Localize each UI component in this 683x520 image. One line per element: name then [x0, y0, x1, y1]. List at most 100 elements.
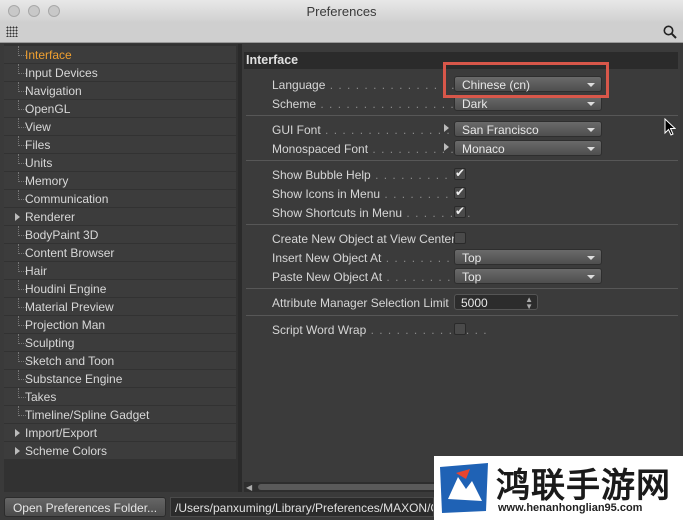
- insert-new-object-label: Insert New Object At . . . . . . . . . .: [272, 251, 469, 265]
- sidebar-item-label: Files: [25, 138, 51, 152]
- show-shortcuts-checkbox[interactable]: ✔: [454, 204, 466, 218]
- sidebar-item-label: Material Preview: [25, 300, 114, 314]
- sidebar-item-substance-engine[interactable]: Substance Engine: [4, 370, 236, 387]
- insert-new-object-dropdown[interactable]: Top: [454, 249, 602, 265]
- sidebar-item-communication[interactable]: Communication: [4, 190, 236, 207]
- script-word-wrap-checkbox[interactable]: [454, 323, 466, 335]
- sidebar-item-label: OpenGL: [25, 102, 71, 116]
- checkmark-icon: ✔: [455, 166, 466, 180]
- sidebar-item-navigation[interactable]: Navigation: [4, 82, 236, 99]
- sidebar-item-label: Renderer: [25, 210, 76, 224]
- scrollbar-thumb[interactable]: [258, 484, 458, 490]
- sidebar-item-label: Substance Engine: [25, 372, 123, 386]
- window-title: Preferences: [306, 4, 377, 19]
- sidebar-item-renderer[interactable]: Renderer: [4, 208, 236, 225]
- sidebar-item-sketch-and-toon[interactable]: Sketch and Toon: [4, 352, 236, 369]
- monospaced-font-label: Monospaced Font . . . . . . . . . .: [272, 142, 455, 156]
- sidebar-item-opengl[interactable]: OpenGL: [4, 100, 236, 117]
- sidebar-item-label: Sketch and Toon: [25, 354, 115, 368]
- grip-icon[interactable]: [6, 26, 18, 37]
- attribute-limit-label: Attribute Manager Selection Limit: [272, 296, 449, 310]
- sidebar-item-hair[interactable]: Hair: [4, 262, 236, 279]
- watermark-logo: [436, 459, 492, 517]
- sidebar-item-label: Hair: [25, 264, 48, 278]
- sidebar-item-sculpting[interactable]: Sculpting: [4, 334, 236, 351]
- show-shortcuts-label: Show Shortcuts in Menu . . . . . . . .: [272, 206, 472, 220]
- preferences-path-field[interactable]: /Users/panxuming/Library/Preferences/MAX…: [170, 497, 434, 517]
- sidebar-item-units[interactable]: Units: [4, 154, 236, 171]
- paste-new-object-label: Paste New Object At . . . . . . . . . .: [272, 270, 469, 284]
- sidebar-item-material-preview[interactable]: Material Preview: [4, 298, 236, 315]
- watermark-name: 鸿联手游网: [496, 467, 671, 505]
- chevron-down-icon: [587, 128, 595, 132]
- chevron-down-icon: [587, 102, 595, 106]
- scheme-label: Scheme . . . . . . . . . . . . . . . . .: [272, 97, 464, 111]
- interface-settings-panel: Interface Language . . . . . . . . . . .…: [242, 44, 680, 482]
- divider: [246, 115, 678, 116]
- sidebar-item-label: Navigation: [25, 84, 82, 98]
- paste-new-object-dropdown[interactable]: Top: [454, 268, 602, 284]
- create-new-object-checkbox[interactable]: [454, 232, 466, 244]
- sidebar-item-files[interactable]: Files: [4, 136, 236, 153]
- watermark: 鸿联手游网 www.henanhonglian95.com: [434, 456, 683, 520]
- expand-arrow-icon[interactable]: [15, 213, 20, 221]
- highlight-box: [443, 62, 609, 98]
- sidebar-item-memory[interactable]: Memory: [4, 172, 236, 189]
- toolbar: [0, 22, 683, 43]
- sidebar-item-label: BodyPaint 3D: [25, 228, 99, 242]
- divider: [246, 315, 678, 316]
- sidebar-item-label: Houdini Engine: [25, 282, 107, 296]
- attribute-limit-input[interactable]: 5000 ▲ ▼: [454, 294, 538, 311]
- sidebar-item-label: Import/Export: [25, 426, 98, 440]
- show-icons-checkbox[interactable]: ✔: [454, 185, 466, 199]
- sidebar-item-timeline-spline[interactable]: Timeline/Spline Gadget: [4, 406, 236, 423]
- sidebar-item-scheme-colors[interactable]: Scheme Colors: [4, 442, 236, 459]
- divider: [246, 224, 678, 225]
- section-title: Interface: [246, 53, 299, 67]
- language-label: Language . . . . . . . . . . . . . . . .: [272, 78, 465, 92]
- sidebar-item-label: Timeline/Spline Gadget: [25, 408, 150, 422]
- sidebar-item-label: Scheme Colors: [25, 444, 108, 458]
- sidebar-item-label: Content Browser: [25, 246, 115, 260]
- gui-font-dropdown[interactable]: San Francisco: [454, 121, 602, 137]
- sidebar-item-projection-man[interactable]: Projection Man: [4, 316, 236, 333]
- sidebar-item-label: Memory: [25, 174, 69, 188]
- sidebar-item-label: Sculpting: [25, 336, 75, 350]
- sidebar-item-label: View: [25, 120, 51, 134]
- show-bubble-help-checkbox[interactable]: ✔: [454, 166, 466, 180]
- sidebar-item-input-devices[interactable]: Input Devices: [4, 64, 236, 81]
- expand-arrow-icon[interactable]: [444, 124, 449, 132]
- stepper-icon[interactable]: ▲ ▼: [525, 296, 533, 311]
- expand-arrow-icon[interactable]: [15, 429, 20, 437]
- sidebar-item-takes[interactable]: Takes: [4, 388, 236, 405]
- sidebar-item-content-browser[interactable]: Content Browser: [4, 244, 236, 261]
- sidebar-item-label: Communication: [25, 192, 109, 206]
- sidebar-item-import-export[interactable]: Import/Export: [4, 424, 236, 441]
- mouse-cursor-icon: [664, 118, 676, 136]
- checkmark-icon: ✔: [455, 204, 466, 218]
- create-new-object-label: Create New Object at View Center: [272, 232, 456, 246]
- sidebar-item-label: Units: [25, 156, 53, 170]
- sidebar-item-view[interactable]: View: [4, 118, 236, 135]
- window-titlebar: Preferences: [0, 0, 683, 23]
- monospaced-font-dropdown[interactable]: Monaco: [454, 140, 602, 156]
- sidebar-item-label: Interface: [25, 48, 72, 62]
- divider: [246, 160, 678, 161]
- show-bubble-help-label: Show Bubble Help . . . . . . . . . . .: [272, 168, 467, 182]
- sidebar-item-houdini-engine[interactable]: Houdini Engine: [4, 280, 236, 297]
- open-preferences-folder-button[interactable]: Open Preferences Folder...: [4, 497, 166, 517]
- sidebar-item-interface[interactable]: Interface: [4, 46, 236, 63]
- divider: [246, 288, 678, 289]
- sidebar-item-bodypaint[interactable]: BodyPaint 3D: [4, 226, 236, 243]
- scroll-left-icon[interactable]: ◀: [246, 483, 252, 492]
- sidebar-item-label: Takes: [25, 390, 57, 404]
- expand-arrow-icon[interactable]: [15, 447, 20, 455]
- preferences-category-list: Interface Input Devices Navigation OpenG…: [4, 44, 238, 492]
- chevron-down-icon: [587, 147, 595, 151]
- expand-arrow-icon[interactable]: [444, 143, 449, 151]
- chevron-down-icon: [587, 256, 595, 260]
- show-icons-label: Show Icons in Menu . . . . . . . . .: [272, 187, 459, 201]
- watermark-url: www.henanhonglian95.com: [498, 502, 643, 514]
- search-icon[interactable]: [662, 24, 678, 40]
- checkmark-icon: ✔: [455, 185, 466, 199]
